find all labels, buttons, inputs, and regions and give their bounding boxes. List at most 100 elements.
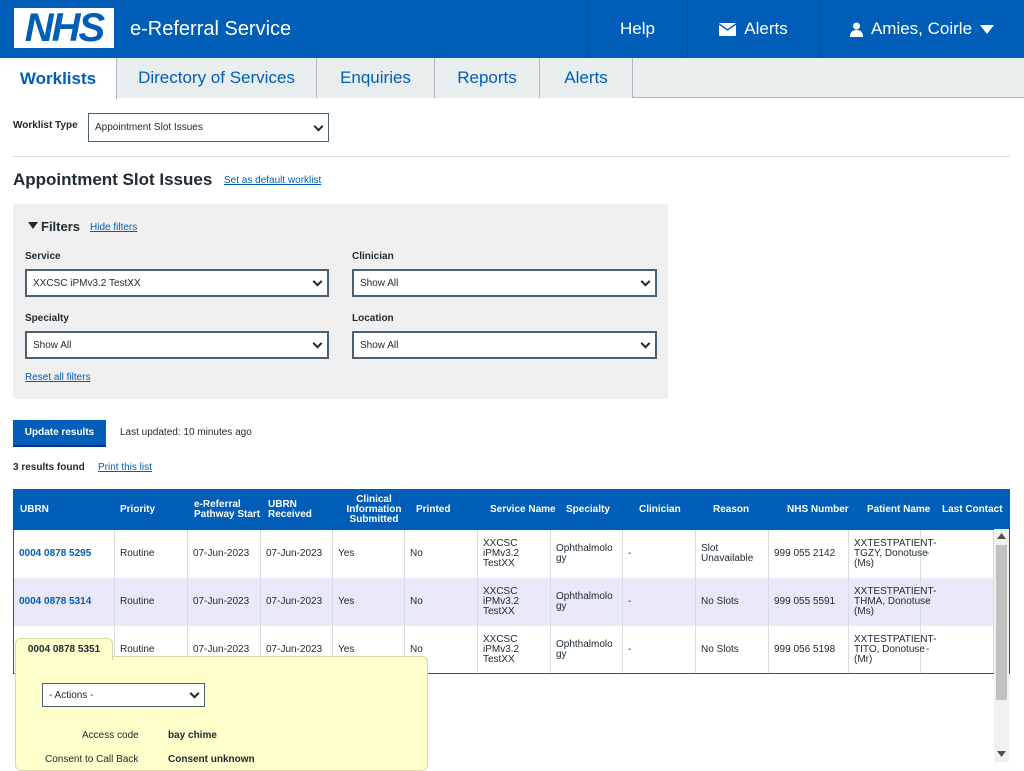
- nhs-number-cell: 999 055 5591: [769, 578, 849, 626]
- scrollbar-thumb[interactable]: [996, 545, 1007, 700]
- consent-label: Consent to Call Back: [45, 754, 139, 765]
- actions-select-value: - Actions -: [49, 689, 94, 701]
- access-code-value: bay chime: [168, 730, 217, 741]
- row-actions-popup: - Actions - Access code bay chime Consen…: [15, 656, 428, 771]
- clinical-info-cell: Yes: [333, 530, 405, 578]
- col-printed[interactable]: Printed: [416, 490, 476, 530]
- col-patient-name[interactable]: Patient Name: [867, 490, 947, 530]
- location-label: Location: [352, 313, 394, 324]
- popup-ubrn-tab[interactable]: 0004 0878 5351: [15, 638, 113, 660]
- col-specialty[interactable]: Specialty: [566, 490, 636, 530]
- clinician-select[interactable]: Show All: [352, 269, 657, 297]
- printed-cell: No: [405, 530, 478, 578]
- alerts-label: Alerts: [744, 19, 788, 38]
- tab-worklists[interactable]: Worklists: [0, 58, 117, 99]
- chevron-down-icon: [640, 276, 651, 287]
- chevron-down-icon: [312, 276, 323, 287]
- last-contact-cell: -: [921, 578, 994, 626]
- scroll-up-icon[interactable]: [997, 533, 1006, 539]
- tab-alerts[interactable]: Alerts: [540, 58, 633, 98]
- tab-reports[interactable]: Reports: [435, 58, 540, 98]
- help-button[interactable]: Help: [587, 0, 687, 58]
- specialty-label: Specialty: [25, 313, 69, 324]
- patient-name-cell: XXTESTPATIENT-TGZY, Donotuse (Ms): [849, 530, 936, 578]
- service-value: XXCSC iPMv3.2 TestXX: [33, 277, 141, 289]
- set-default-worklist-link[interactable]: Set as default worklist: [224, 175, 321, 186]
- last-contact-cell: -: [921, 626, 994, 673]
- pathway-start-cell: 07-Jun-2023: [188, 578, 261, 626]
- worklist-type-select[interactable]: Appointment Slot Issues: [88, 113, 329, 142]
- alerts-button[interactable]: Alerts: [687, 0, 819, 58]
- user-menu[interactable]: Amies, Coirle: [819, 0, 1024, 58]
- access-code-label: Access code: [82, 730, 139, 741]
- worklist-type-label: Worklist Type: [13, 120, 78, 131]
- priority-cell: Routine: [115, 530, 188, 578]
- top-header: NHS e-Referral Service Help Alerts Amies…: [0, 0, 1024, 58]
- nhs-logo[interactable]: NHS: [14, 8, 114, 48]
- specialty-cell: Ophthalmolo gy: [551, 626, 623, 673]
- col-nhs-number[interactable]: NHS Number: [787, 490, 867, 530]
- ubrn-link[interactable]: 0004 0878 5314: [14, 578, 115, 626]
- tab-directory-of-services[interactable]: Directory of Services: [117, 58, 317, 98]
- priority-cell: Routine: [115, 578, 188, 626]
- help-label: Help: [620, 19, 655, 38]
- table-row[interactable]: 0004 0878 5314 Routine 07-Jun-2023 07-Ju…: [14, 578, 994, 626]
- table-row[interactable]: 0004 0878 5295 Routine 07-Jun-2023 07-Ju…: [14, 530, 994, 578]
- page-title: Appointment Slot Issues: [13, 170, 213, 189]
- print-list-link[interactable]: Print this list: [98, 462, 152, 473]
- scroll-down-icon[interactable]: [997, 751, 1006, 757]
- last-updated-text: Last updated: 10 minutes ago: [120, 427, 252, 438]
- service-name-cell: XXCSC iPMv3.2 TestXX: [478, 530, 551, 578]
- specialty-cell: Ophthalmolo gy: [551, 578, 623, 626]
- consent-value: Consent unknown: [168, 754, 255, 765]
- reason-cell: No Slots: [696, 626, 769, 673]
- hide-filters-link[interactable]: Hide filters: [90, 222, 137, 233]
- reset-filters-link[interactable]: Reset all filters: [25, 372, 91, 383]
- col-service-name[interactable]: Service Name: [490, 490, 560, 530]
- service-select[interactable]: XXCSC iPMv3.2 TestXX: [25, 269, 329, 297]
- ubrn-link[interactable]: 0004 0878 5295: [14, 530, 115, 578]
- specialty-select[interactable]: Show All: [25, 331, 329, 359]
- nhs-number-cell: 999 056 5198: [769, 626, 849, 673]
- results-table: UBRN Priority e-Referral Pathway Start U…: [13, 489, 1010, 674]
- clinician-value: Show All: [360, 277, 399, 289]
- chevron-down-icon: [980, 24, 995, 34]
- envelope-icon: [719, 22, 737, 36]
- chevron-down-icon: [189, 688, 200, 699]
- triangle-down-icon[interactable]: [28, 222, 38, 229]
- results-count: 3 results found: [13, 462, 85, 473]
- filters-panel: Filters Hide filters Service XXCSC iPMv3…: [13, 204, 668, 399]
- col-priority[interactable]: Priority: [120, 490, 190, 530]
- update-results-button[interactable]: Update results: [13, 420, 106, 447]
- nhs-number-cell: 999 055 2142: [769, 530, 849, 578]
- col-clinician[interactable]: Clinician: [639, 490, 699, 530]
- ubrn-received-cell: 07-Jun-2023: [261, 578, 333, 626]
- col-last-contact[interactable]: Last Contact: [942, 490, 1009, 530]
- last-contact-cell: -: [921, 530, 994, 578]
- table-header: UBRN Priority e-Referral Pathway Start U…: [14, 490, 1009, 530]
- location-select[interactable]: Show All: [352, 331, 657, 359]
- col-ubrn[interactable]: UBRN: [20, 490, 110, 530]
- reason-cell: Slot Unavailable: [696, 530, 769, 578]
- clinician-cell: -: [623, 578, 696, 626]
- pathway-start-cell: 07-Jun-2023: [188, 530, 261, 578]
- service-name-cell: XXCSC iPMv3.2 TestXX: [478, 626, 551, 673]
- tab-label: Enquiries: [340, 68, 411, 87]
- ubrn-received-cell: 07-Jun-2023: [261, 530, 333, 578]
- tab-label: Worklists: [19, 68, 97, 88]
- patient-name-cell: XXTESTPATIENT-THMA, Donotuse (Ms): [849, 578, 936, 626]
- tab-label: Directory of Services: [138, 68, 295, 87]
- tab-enquiries[interactable]: Enquiries: [317, 58, 435, 98]
- main-tabs: Worklists Directory of Services Enquirie…: [0, 58, 1024, 99]
- col-clinical-info[interactable]: Clinical Information Submitted: [342, 490, 406, 530]
- col-reason[interactable]: Reason: [713, 490, 773, 530]
- divider: [13, 156, 1010, 157]
- reason-cell: No Slots: [696, 578, 769, 626]
- clinician-label: Clinician: [352, 251, 394, 262]
- service-name-cell: XXCSC iPMv3.2 TestXX: [478, 578, 551, 626]
- col-ubrn-received[interactable]: UBRN Received: [268, 490, 328, 530]
- location-value: Show All: [360, 339, 399, 351]
- chevron-down-icon: [312, 338, 323, 349]
- actions-select[interactable]: - Actions -: [42, 683, 205, 707]
- col-pathway-start[interactable]: e-Referral Pathway Start: [194, 490, 264, 530]
